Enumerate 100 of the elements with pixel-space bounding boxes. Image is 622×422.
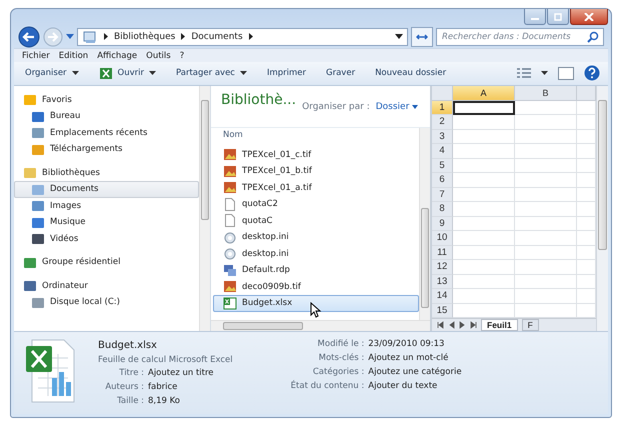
row-heading[interactable]: 15 bbox=[432, 304, 453, 318]
toolbar-button[interactable]: Organiser bbox=[20, 66, 84, 80]
row-heading[interactable]: 9 bbox=[432, 216, 453, 231]
row-heading[interactable]: 4 bbox=[432, 144, 453, 158]
preview-pane-icon[interactable] bbox=[558, 66, 574, 80]
arrange-label: Organiser par : bbox=[302, 102, 370, 112]
breadcrumb[interactable]: Documents bbox=[191, 32, 243, 42]
row-heading[interactable]: 8 bbox=[432, 202, 453, 216]
refresh-button[interactable] bbox=[411, 26, 433, 47]
sidebar-item[interactable]: Téléchargements bbox=[14, 141, 199, 158]
toolbar-button[interactable]: Nouveau dossier bbox=[370, 66, 452, 80]
scrollbar[interactable] bbox=[211, 320, 430, 331]
property-value[interactable]: 23/09/2010 09:13 bbox=[368, 338, 462, 351]
row-heading[interactable]: 14 bbox=[432, 289, 453, 304]
breadcrumb[interactable]: Bibliothèques bbox=[114, 32, 176, 42]
select-all-corner[interactable] bbox=[432, 86, 453, 100]
file-item[interactable]: quotaC bbox=[213, 212, 419, 229]
property-label: Modifié le : bbox=[316, 338, 364, 351]
close-button[interactable] bbox=[570, 9, 608, 25]
file-item[interactable]: desktop.ini bbox=[213, 229, 419, 246]
scrollbar[interactable] bbox=[199, 86, 210, 331]
sidebar-item[interactable]: Groupe résidentiel bbox=[14, 254, 199, 270]
sidebar-item[interactable]: Bureau bbox=[14, 108, 199, 124]
spreadsheet-cell[interactable] bbox=[453, 100, 515, 115]
sidebar-item[interactable]: Ordinateur bbox=[14, 278, 199, 294]
row-heading[interactable]: 5 bbox=[432, 158, 453, 173]
file-item[interactable]: desktop.ini bbox=[213, 246, 419, 262]
maximize-icon bbox=[553, 12, 563, 20]
row-heading[interactable]: 3 bbox=[432, 130, 453, 144]
sheet-navigation-icon[interactable] bbox=[437, 321, 477, 329]
sidebar-item[interactable]: Musique bbox=[14, 214, 199, 230]
settings-file-icon bbox=[223, 230, 237, 244]
minimize-button[interactable] bbox=[524, 9, 546, 25]
picture-file-icon bbox=[223, 280, 237, 294]
blank-file-icon bbox=[223, 214, 237, 228]
file-item[interactable]: deco0909b.tif bbox=[213, 278, 419, 295]
sheet-tab[interactable]: Feuil1 bbox=[481, 319, 518, 331]
arrange-dropdown[interactable]: Dossier bbox=[376, 102, 418, 112]
sidebar-item[interactable]: Documents bbox=[14, 181, 199, 198]
row-heading[interactable]: 7 bbox=[432, 188, 453, 202]
column-heading[interactable]: A bbox=[453, 86, 515, 100]
sheet-tab[interactable]: F bbox=[522, 319, 539, 331]
history-caret-icon[interactable] bbox=[66, 34, 74, 40]
toolbar-button[interactable]: Graver bbox=[321, 66, 360, 80]
sidebar-item[interactable]: Images bbox=[14, 198, 199, 214]
file-item[interactable]: quotaC2 bbox=[213, 196, 419, 212]
file-item[interactable]: Default.rdp bbox=[213, 262, 419, 278]
menu-item[interactable]: Edition bbox=[58, 50, 88, 61]
mouse-pointer-icon bbox=[310, 302, 322, 318]
scrollbar[interactable] bbox=[596, 86, 608, 331]
property-value[interactable]: Ajoutez une catégorie bbox=[368, 366, 462, 379]
settings-file-icon bbox=[223, 247, 237, 260]
menu-item[interactable]: Fichier bbox=[22, 50, 50, 61]
menu-item[interactable]: ? bbox=[180, 50, 184, 61]
breadcrumb-arrow-icon[interactable] bbox=[180, 33, 186, 40]
maximize-button[interactable] bbox=[547, 9, 569, 25]
column-header[interactable]: Nom bbox=[213, 128, 419, 142]
menu-item[interactable]: Outils bbox=[146, 50, 171, 61]
picture-file-icon bbox=[223, 164, 237, 178]
sidebar-item[interactable]: Vidéos bbox=[14, 230, 199, 247]
file-item[interactable]: TPEXcel_01_b.tif bbox=[213, 163, 419, 180]
sidebar-item[interactable]: Favoris bbox=[14, 92, 199, 108]
row-heading[interactable]: 12 bbox=[432, 260, 453, 274]
property-label: Taille : bbox=[116, 395, 144, 408]
property-value[interactable]: Ajoutez un mot-clé bbox=[368, 352, 462, 365]
breadcrumb-arrow-icon[interactable] bbox=[103, 33, 109, 40]
row-heading[interactable]: 10 bbox=[432, 231, 453, 246]
open-button[interactable]: Ouvrir bbox=[94, 64, 162, 82]
help-icon[interactable] bbox=[584, 65, 600, 82]
search-field[interactable]: Rechercher dans : Documents bbox=[436, 28, 604, 46]
property-value[interactable]: fabrice bbox=[148, 381, 233, 394]
file-item[interactable]: TPEXcel_01_a.tif bbox=[213, 180, 419, 196]
property-value[interactable]: Ajoutez un titre bbox=[148, 367, 233, 380]
menu-item[interactable]: Affichage bbox=[97, 50, 138, 61]
row-heading[interactable]: 13 bbox=[432, 274, 453, 289]
breadcrumb-arrow-icon[interactable] bbox=[248, 33, 254, 40]
sidebar-item[interactable]: Emplacements récents bbox=[14, 124, 199, 141]
dropdown-caret-icon[interactable] bbox=[541, 71, 548, 76]
file-name: Budget.xlsx bbox=[98, 339, 158, 353]
view-options-icon[interactable] bbox=[517, 68, 531, 79]
library-title: Bibliothè... bbox=[221, 92, 296, 108]
back-button[interactable] bbox=[18, 26, 40, 48]
property-value[interactable]: 8,19 Ko bbox=[148, 395, 233, 408]
property-value[interactable]: Ajouter du texte bbox=[368, 380, 462, 393]
sidebar-item[interactable]: Disque local (C:) bbox=[14, 294, 199, 310]
property-label: Titre : bbox=[118, 367, 144, 380]
column-heading[interactable]: B bbox=[515, 86, 577, 100]
address-bar[interactable]: Bibliothèques Documents bbox=[77, 28, 408, 46]
sidebar-item[interactable]: Bibliothèques bbox=[14, 164, 199, 181]
property-label: État du contenu : bbox=[290, 380, 364, 393]
toolbar-button[interactable]: Imprimer bbox=[262, 66, 312, 80]
row-heading[interactable]: 1 bbox=[432, 100, 453, 115]
picture-file-icon bbox=[223, 181, 237, 194]
row-heading[interactable]: 2 bbox=[432, 115, 453, 130]
scrollbar[interactable] bbox=[419, 128, 430, 320]
row-heading[interactable]: 6 bbox=[432, 173, 453, 188]
dropdown-caret-icon[interactable] bbox=[395, 34, 403, 40]
file-item[interactable]: TPEXcel_01_c.tif bbox=[213, 146, 419, 163]
row-heading[interactable]: 11 bbox=[432, 246, 453, 260]
toolbar-button[interactable]: Partager avec bbox=[171, 66, 252, 80]
